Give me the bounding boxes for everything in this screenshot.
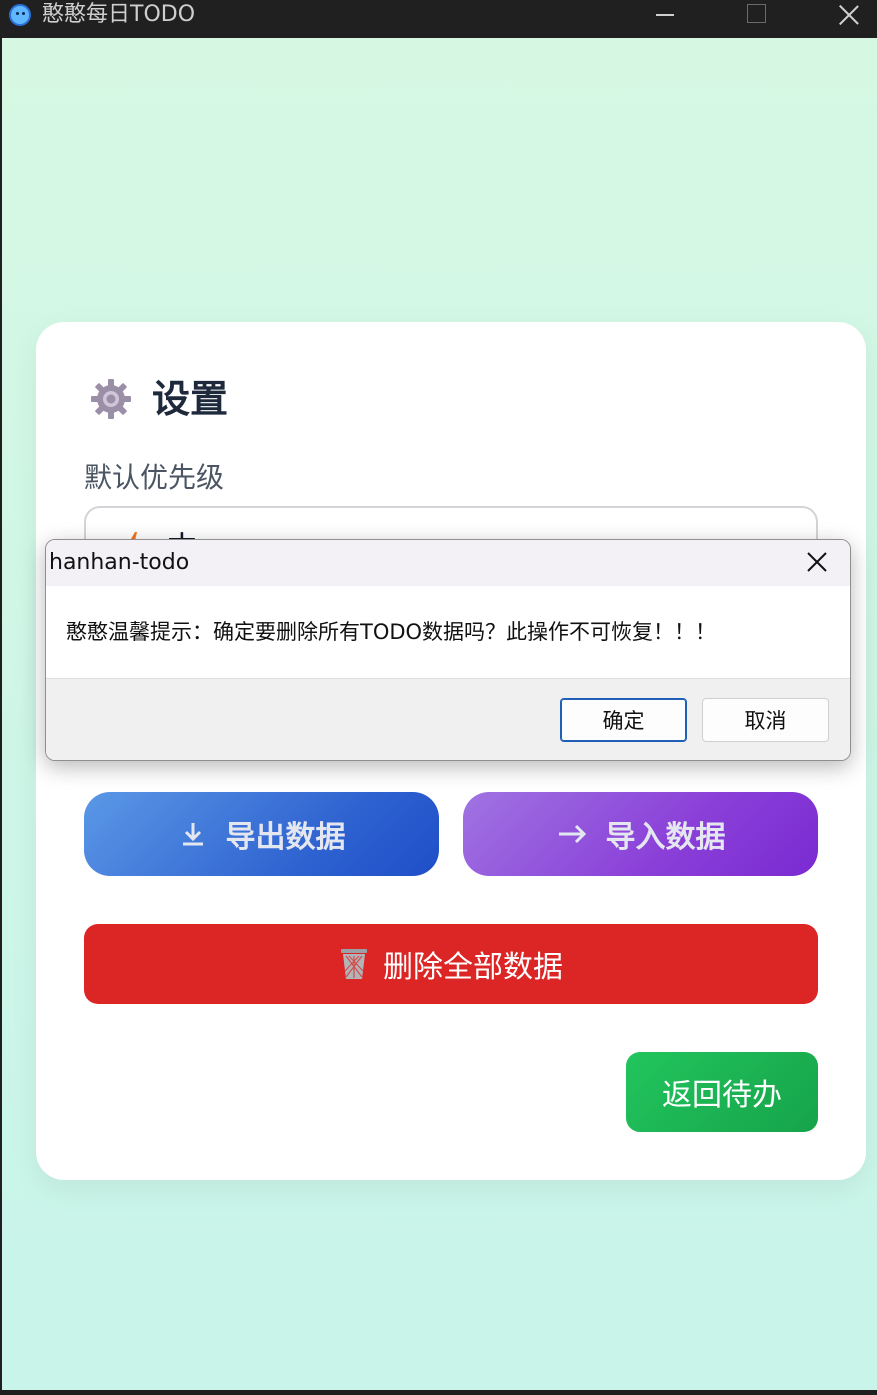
delete-all-data-button[interactable]: 删除全部数据	[84, 924, 818, 1004]
ok-button[interactable]: 确定	[560, 698, 687, 742]
back-to-todo-button[interactable]: 返回待办	[626, 1052, 818, 1132]
download-icon	[182, 823, 203, 846]
import-data-label: 导入数据	[605, 820, 726, 855]
maximize-icon[interactable]	[726, 0, 786, 30]
priority-label: 默认优先级	[84, 461, 225, 494]
export-data-button[interactable]: 导出数据	[84, 792, 439, 876]
gear-icon	[91, 379, 131, 419]
confirm-dialog: hanhan-todo 憨憨温馨提示：确定要删除所有TODO数据吗？此操作不可恢…	[45, 539, 851, 761]
window-titlebar: 憨憨每日TODO	[0, 0, 877, 38]
back-to-todo-label: 返回待办	[662, 1078, 782, 1113]
dialog-footer: 确定 取消	[46, 678, 850, 760]
page-title: 设置	[152, 377, 229, 421]
import-data-button[interactable]: 导入数据	[463, 792, 818, 876]
cancel-button[interactable]: 取消	[702, 698, 829, 742]
delete-all-data-label: 删除全部数据	[383, 950, 563, 985]
dialog-title: hanhan-todo	[49, 550, 190, 575]
arrow-right-icon	[558, 824, 586, 844]
minimize-icon[interactable]	[635, 0, 695, 30]
close-icon[interactable]	[806, 551, 828, 573]
app-smiley-icon	[9, 4, 31, 26]
dialog-body: 憨憨温馨提示：确定要删除所有TODO数据吗？此操作不可恢复！！！	[46, 586, 850, 678]
dialog-message: 憨憨温馨提示：确定要删除所有TODO数据吗？此操作不可恢复！！！	[66, 620, 717, 644]
export-data-label: 导出数据	[225, 820, 346, 855]
dialog-titlebar: hanhan-todo	[46, 540, 850, 586]
window-title: 憨憨每日TODO	[42, 2, 196, 27]
wastebasket-icon	[341, 949, 367, 979]
window-close-icon[interactable]	[818, 0, 877, 30]
